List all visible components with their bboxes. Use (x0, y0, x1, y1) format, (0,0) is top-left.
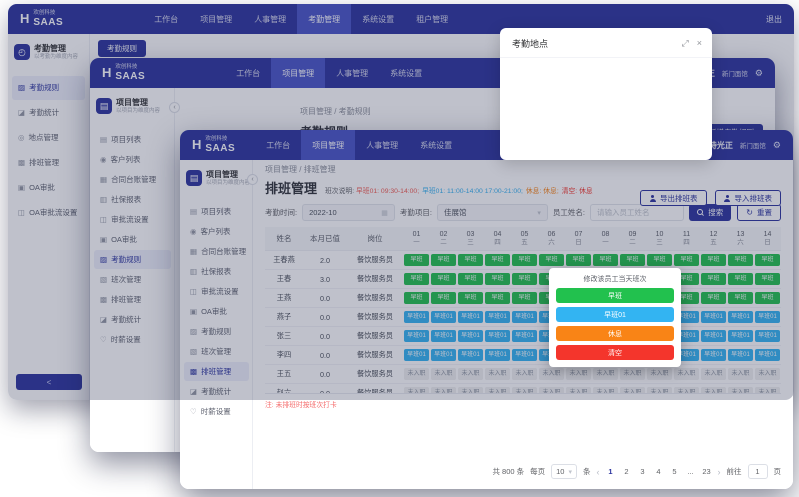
popup-title: 修改该员工当天班次 (556, 274, 674, 284)
sidebar-item-label: 时薪设置 (201, 406, 231, 417)
per-page-suffix: 条 (583, 466, 591, 477)
goto-label: 前往 (727, 466, 742, 477)
page-number-2[interactable]: 2 (622, 467, 632, 476)
chevron-down-icon: ▾ (568, 468, 572, 476)
prev-page-button[interactable]: ‹ (597, 467, 600, 477)
expand-icon[interactable]: ⤢ (682, 39, 689, 48)
pagination: 共 800 条 每页 10▾ 条 ‹ 12345...23 › 前往 1 页 (492, 464, 781, 479)
popup-option-2[interactable]: 休息 (556, 326, 674, 341)
total-count: 共 800 条 (492, 466, 524, 477)
screenshot-stage: H 欢创科技 SAAS 工作台项目管理人事管理考勤管理系统设置租户管理 退出 ◴… (0, 0, 799, 497)
page-number-23[interactable]: 23 (702, 467, 712, 476)
menu-icon: ♡ (190, 408, 197, 416)
sidebar-item-10[interactable]: ♡ 时薪设置 (184, 402, 249, 421)
per-page-select[interactable]: 10▾ (551, 464, 577, 479)
page-number-5[interactable]: 5 (670, 467, 680, 476)
modal-title: 考勤地点 (512, 37, 548, 50)
goto-page-input[interactable]: 1 (748, 464, 768, 479)
goto-suffix: 页 (774, 466, 782, 477)
page-number-1[interactable]: 1 (606, 467, 616, 476)
page-ellipsis: ... (686, 467, 696, 476)
popup-option-1[interactable]: 早班01 (556, 307, 674, 322)
page-number-3[interactable]: 3 (638, 467, 648, 476)
close-icon[interactable]: × (697, 39, 702, 48)
next-page-button[interactable]: › (718, 467, 721, 477)
attendance-location-modal: 考勤地点 ⤢ × (500, 28, 712, 160)
per-page-label: 每页 (530, 466, 545, 477)
schedule-note: 注: 未排班时按班次打卡 (265, 399, 781, 409)
popup-option-0[interactable]: 早班 (556, 288, 674, 303)
page-number-4[interactable]: 4 (654, 467, 664, 476)
popup-option-3[interactable]: 清空 (556, 345, 674, 360)
change-shift-popup: 修改该员工当天班次 早班早班01 休息清空 (549, 268, 681, 367)
